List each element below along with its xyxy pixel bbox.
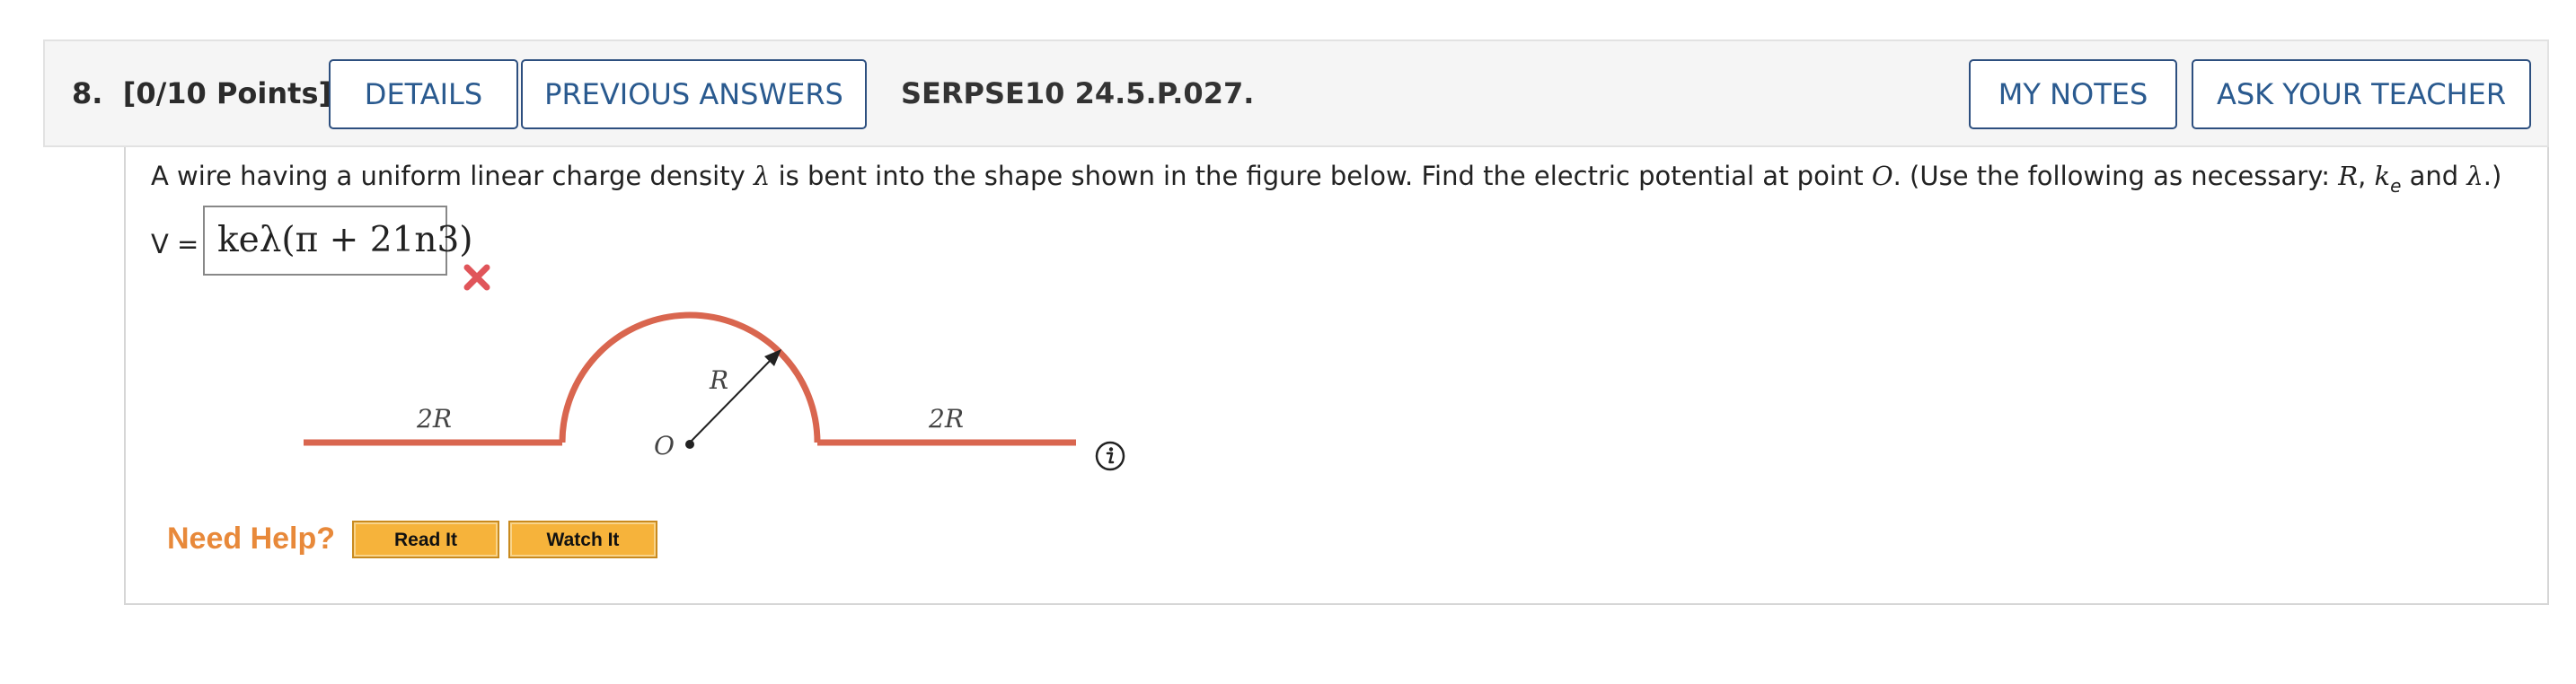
center-point-o xyxy=(685,440,694,449)
wire-figure: O R 2R 2R xyxy=(304,311,1076,460)
question-number-value: 8. xyxy=(72,76,103,110)
answer-label: V = xyxy=(151,229,199,259)
semicircle-wire xyxy=(559,311,821,443)
point-o-symbol: O xyxy=(1871,161,1893,191)
question-reference: SERPSE10 24.5.P.027. xyxy=(901,76,1255,110)
read-it-button[interactable]: Read It xyxy=(352,521,499,558)
question-text-part: is bent into the shape shown in the figu… xyxy=(770,161,1872,191)
lambda-symbol: λ xyxy=(753,161,771,191)
right-length-label: 2R xyxy=(928,404,964,434)
question-text-part: , xyxy=(2358,161,2375,191)
radius-label: R xyxy=(709,365,728,395)
ask-your-teacher-button[interactable]: ASK YOUR TEACHER xyxy=(2192,59,2531,129)
var-k-symbol: k xyxy=(2374,161,2391,191)
watch-it-button[interactable]: Watch It xyxy=(508,521,657,558)
question-text-part: A wire having a uniform linear charge de… xyxy=(151,161,754,191)
answer-input[interactable]: keλ(π + 21n3) xyxy=(203,206,473,276)
need-help-label: Need Help? xyxy=(167,522,336,556)
question-text-part: and xyxy=(2401,161,2467,191)
var-k-subscript: e xyxy=(2390,175,2402,197)
question-text-part: .) xyxy=(2483,161,2502,191)
info-icon[interactable] xyxy=(1094,440,1126,472)
question-text-part: . (Use the following as necessary: xyxy=(1892,161,2339,191)
question-text: A wire having a uniform linear charge de… xyxy=(151,158,2502,197)
previous-answers-button[interactable]: PREVIOUS ANSWERS xyxy=(521,59,867,129)
left-length-label: 2R xyxy=(416,404,452,434)
question-points: [0/10 Points] xyxy=(122,76,332,110)
details-button[interactable]: DETAILS xyxy=(329,59,518,129)
var-r-symbol: R xyxy=(2338,161,2359,191)
lambda-symbol: λ xyxy=(2466,161,2483,191)
question-number: 8. [0/10 Points] xyxy=(72,75,331,111)
incorrect-x-icon xyxy=(463,264,490,291)
my-notes-button[interactable]: MY NOTES xyxy=(1969,59,2177,129)
radius-arrow-line xyxy=(689,356,774,443)
center-label: O xyxy=(654,431,675,460)
